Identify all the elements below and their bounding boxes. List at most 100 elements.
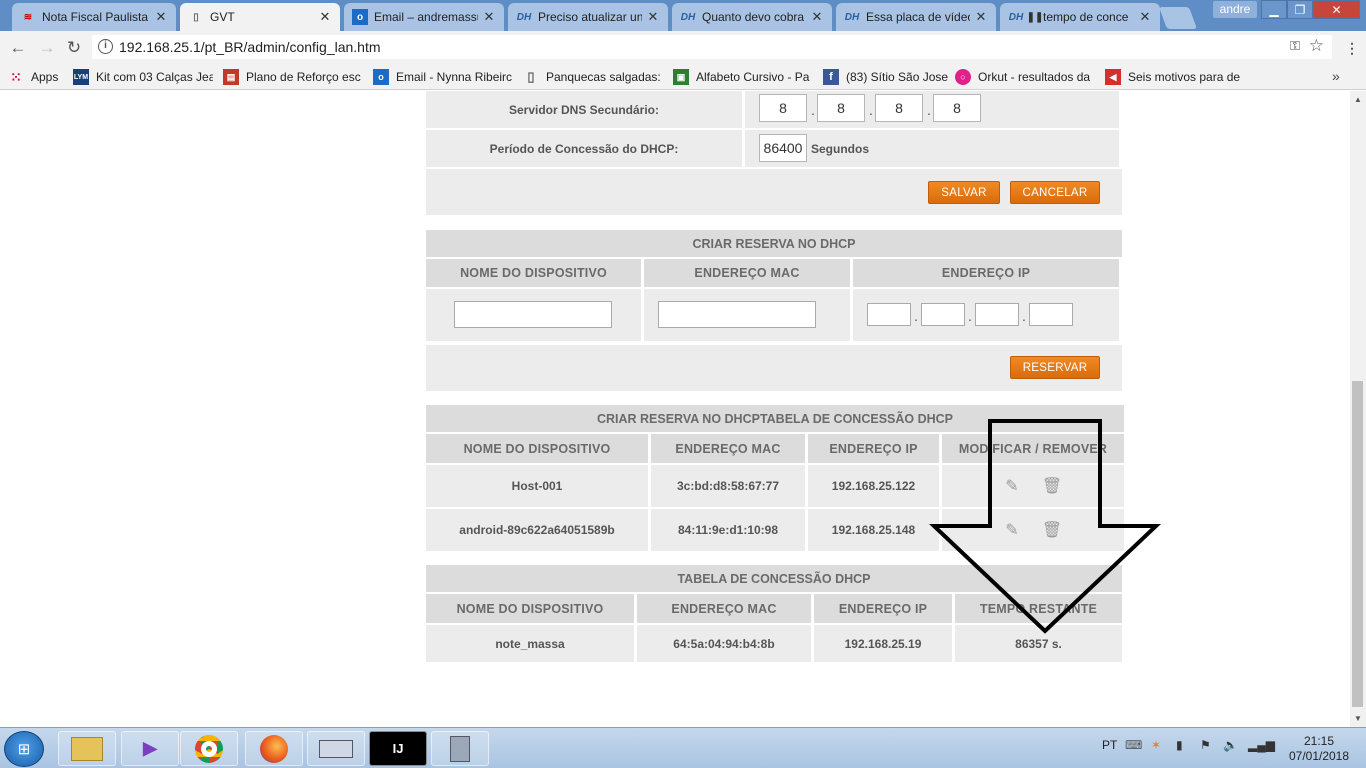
reservation-form-col-ip: ENDEREÇO IP bbox=[853, 259, 1119, 287]
lease-col-mac: ENDEREÇO MAC bbox=[637, 594, 811, 623]
new-tab-button[interactable] bbox=[1158, 7, 1198, 29]
tab-email[interactable]: o Email – andremassu ✕ bbox=[344, 3, 504, 31]
tab-preciso-atualizar[interactable]: DH Preciso atualizar un ✕ bbox=[508, 3, 668, 31]
dns-secondary-octet-1[interactable]: 8 bbox=[759, 94, 807, 122]
action-center-flag-icon[interactable]: ⚑ bbox=[1200, 738, 1211, 752]
url-text[interactable]: 192.168.25.1/pt_BR/admin/config_lan.htm bbox=[119, 39, 381, 55]
taskbar-clock[interactable]: 21:15 07/01/2018 bbox=[1279, 734, 1359, 764]
close-icon[interactable]: ✕ bbox=[482, 9, 496, 25]
dns-secondary-octet-4[interactable]: 8 bbox=[933, 94, 981, 122]
reserve-button[interactable]: RESERVAR bbox=[1010, 356, 1100, 379]
window-close-icon[interactable]: ✕ bbox=[1313, 0, 1360, 19]
lease-period-input[interactable]: 86400 bbox=[759, 134, 807, 162]
bookmark-panquecas[interactable]: ▯ Panquecas salgadas: bbox=[523, 68, 661, 86]
reservation-form-col-name: NOME DO DISPOSITIVO bbox=[426, 259, 641, 287]
dns-secondary-label: Servidor DNS Secundário: bbox=[426, 91, 742, 128]
dns-secondary-octet-2[interactable]: 8 bbox=[817, 94, 865, 122]
page-scrollbar[interactable]: ▲ ▼ bbox=[1350, 91, 1366, 727]
bookmarks-bar: ⁙ Apps LYM Kit com 03 Calças Jea ▤ Plano… bbox=[0, 63, 1366, 90]
reserve-ip-octet-3[interactable] bbox=[975, 303, 1019, 326]
reservation-mac: 3c:bd:d8:58:67:77 bbox=[651, 465, 805, 507]
visual-studio-icon[interactable]: ▶ bbox=[121, 731, 179, 766]
network-signal-icon[interactable]: ▂▄▆ bbox=[1248, 738, 1275, 752]
dh-icon: DH bbox=[680, 11, 696, 23]
language-indicator[interactable]: PT bbox=[1102, 738, 1117, 752]
tab-label: Quanto devo cobra bbox=[702, 10, 805, 24]
calculator-icon[interactable] bbox=[431, 731, 489, 766]
reservations-col-mac: ENDEREÇO MAC bbox=[651, 434, 805, 463]
volume-icon[interactable]: 🔈 bbox=[1223, 738, 1238, 752]
clock-date: 07/01/2018 bbox=[1288, 749, 1350, 763]
back-icon[interactable]: ← bbox=[7, 37, 29, 59]
reload-icon[interactable]: ↻ bbox=[63, 37, 85, 59]
reserve-ip-octet-4[interactable] bbox=[1029, 303, 1073, 326]
bookmark-plano-reforco[interactable]: ▤ Plano de Reforço esc bbox=[223, 68, 361, 86]
info-icon[interactable]: i bbox=[98, 39, 113, 54]
close-icon[interactable]: ✕ bbox=[646, 9, 660, 25]
books-icon: ▤ bbox=[223, 69, 239, 85]
address-bar[interactable]: i 192.168.25.1/pt_BR/admin/config_lan.ht… bbox=[92, 35, 1332, 59]
close-icon[interactable]: ✕ bbox=[810, 9, 824, 25]
device-tray-icon[interactable]: ▮ bbox=[1176, 738, 1183, 752]
bookmark-label: Orkut - resultados da bbox=[978, 70, 1091, 84]
restore-icon[interactable]: ❐ bbox=[1287, 0, 1313, 19]
windows-start-icon[interactable]: ⊞ bbox=[4, 731, 44, 767]
annotation-down-arrow bbox=[928, 419, 1162, 634]
save-button[interactable]: SALVAR bbox=[928, 181, 1000, 204]
bookmark-email-nynna[interactable]: o Email - Nynna Ribeirc bbox=[373, 68, 513, 86]
keyboard-tray-icon[interactable]: ⌨ bbox=[1125, 738, 1142, 752]
flag-icon: ≋ bbox=[23, 11, 33, 23]
lease-period-fields: 86400 Segundos bbox=[745, 130, 1119, 167]
bookmark-label: (83) Sítio São Jose bbox=[846, 70, 948, 84]
reservation-mac: 84:11:9e:d1:10:98 bbox=[651, 509, 805, 551]
dns-secondary-octet-3[interactable]: 8 bbox=[875, 94, 923, 122]
tab-placa-video[interactable]: DH Essa placa de vídeo ✕ bbox=[836, 3, 996, 31]
scroll-up-icon[interactable]: ▲ bbox=[1354, 95, 1362, 104]
reserve-ip-octet-2[interactable] bbox=[921, 303, 965, 326]
close-icon[interactable]: ✕ bbox=[318, 9, 332, 25]
more-bookmarks-icon[interactable]: » bbox=[1332, 68, 1340, 84]
close-icon[interactable]: ✕ bbox=[974, 9, 988, 25]
tab-label: tempo de conce bbox=[1043, 10, 1129, 24]
bookmark-seis-motivos[interactable]: ◀ Seis motivos para de bbox=[1105, 68, 1245, 86]
close-icon[interactable]: ✕ bbox=[154, 9, 168, 25]
scroll-down-icon[interactable]: ▼ bbox=[1354, 714, 1362, 723]
forward-icon[interactable]: → bbox=[36, 37, 58, 59]
mac-address-input[interactable] bbox=[658, 301, 816, 328]
minimize-icon[interactable]: ▁ bbox=[1261, 0, 1287, 19]
bookmark-sitio[interactable]: f (83) Sítio São Jose bbox=[823, 68, 948, 86]
bookmark-label: Alfabeto Cursivo - Pa bbox=[696, 70, 810, 84]
tab-label: Email – andremassu bbox=[374, 10, 478, 24]
tab-quanto-devo[interactable]: DH Quanto devo cobra ✕ bbox=[672, 3, 832, 31]
bookmark-star-icon[interactable]: ☆ bbox=[1309, 36, 1324, 56]
tab-tempo-concessao[interactable]: DH ❚❚ tempo de conce ✕ bbox=[1000, 3, 1160, 31]
scrollbar-thumb[interactable] bbox=[1352, 381, 1363, 707]
megaphone-icon: ◀ bbox=[1105, 69, 1121, 85]
lym-icon: LYM bbox=[73, 69, 89, 85]
tab-label: Preciso atualizar un bbox=[538, 10, 642, 24]
window-user-badge[interactable]: andre bbox=[1213, 1, 1257, 18]
intellij-icon[interactable]: IJ bbox=[369, 731, 427, 766]
lease-period-label: Período de Concessão do DHCP: bbox=[426, 130, 742, 167]
firefox-icon[interactable] bbox=[245, 731, 303, 766]
cancel-button[interactable]: CANCELAR bbox=[1010, 181, 1100, 204]
bookmark-apps[interactable]: ⁙ Apps bbox=[8, 68, 68, 86]
device-name-input[interactable] bbox=[454, 301, 612, 328]
tab-nota-fiscal[interactable]: ≋ Nota Fiscal Paulista ✕ bbox=[12, 3, 176, 31]
chrome-icon[interactable] bbox=[180, 731, 238, 766]
bookmark-kit-calcas[interactable]: LYM Kit com 03 Calças Jea bbox=[73, 68, 213, 86]
key-icon[interactable]: ⚿ bbox=[1290, 38, 1300, 54]
browser-menu-icon[interactable]: ⋮ bbox=[1345, 40, 1359, 57]
close-icon[interactable]: ✕ bbox=[1138, 9, 1152, 25]
keyboard-icon[interactable] bbox=[307, 731, 365, 766]
tab-gvt[interactable]: ▯ GVT ✕ bbox=[180, 3, 340, 31]
explorer-icon[interactable] bbox=[58, 731, 116, 766]
bookmark-orkut[interactable]: ○ Orkut - resultados da bbox=[955, 68, 1095, 86]
reserve-ip-octet-1[interactable] bbox=[867, 303, 911, 326]
bookmark-label: Apps bbox=[31, 70, 59, 84]
bookmark-alfabeto[interactable]: ▣ Alfabeto Cursivo - Pa bbox=[673, 68, 811, 86]
save-cancel-row: SALVAR CANCELAR bbox=[426, 169, 1122, 215]
avast-icon[interactable]: ✶ bbox=[1151, 738, 1161, 752]
clock-time: 21:15 bbox=[1303, 734, 1335, 748]
tab-label: Nota Fiscal Paulista bbox=[42, 10, 149, 24]
